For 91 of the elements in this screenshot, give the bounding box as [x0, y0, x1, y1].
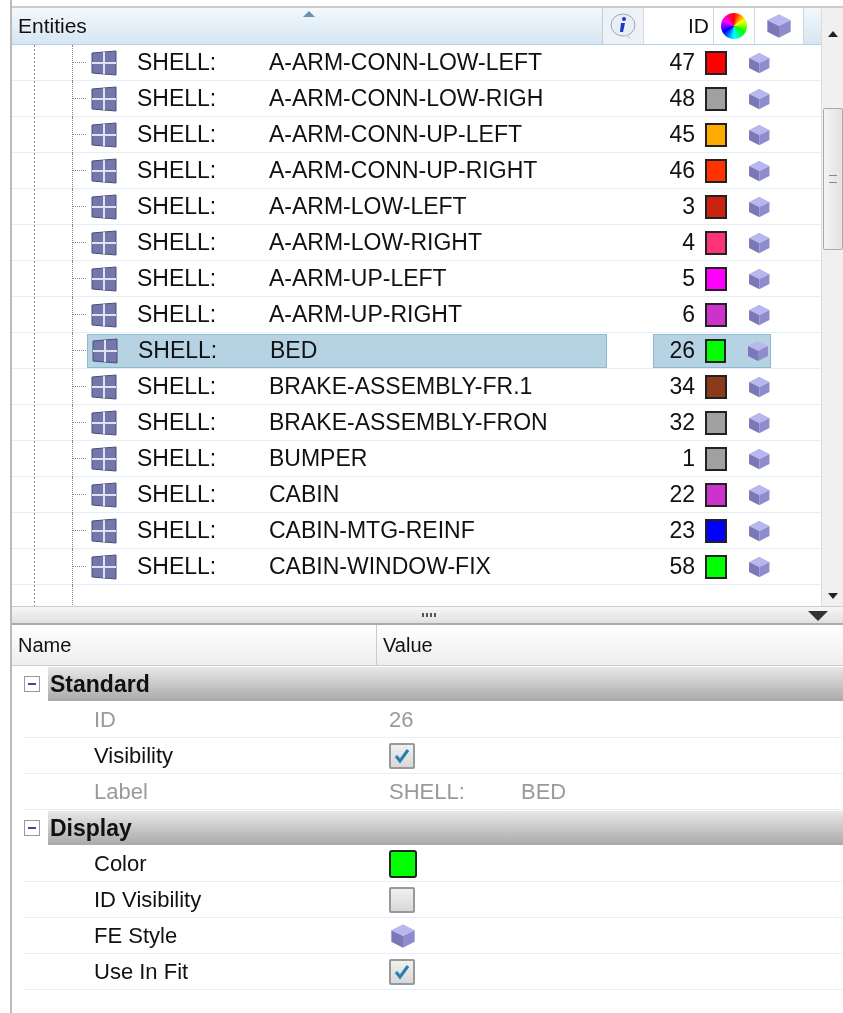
id-cell-text: 23	[668, 517, 695, 544]
checkbox[interactable]	[389, 742, 415, 769]
tree-item[interactable]: SHELL: CABIN-MTG-REINF	[87, 513, 607, 548]
tree-item[interactable]: SHELL: A-ARM-UP-LEFT	[87, 261, 607, 296]
scroll-up-icon[interactable]	[826, 30, 839, 38]
value-column-header[interactable]: Value	[377, 633, 433, 657]
color-swatch[interactable]	[705, 338, 727, 363]
color-swatch[interactable]	[705, 158, 727, 183]
id-cell-text: 6	[681, 301, 695, 328]
scrollbar[interactable]	[821, 8, 843, 606]
color-swatch[interactable]	[705, 374, 727, 399]
collapse-toggle-icon[interactable]	[24, 676, 40, 692]
name-column-header[interactable]: Name	[12, 625, 377, 665]
property-name: Label	[93, 778, 149, 805]
tree-item[interactable]: SHELL: BUMPER	[87, 441, 607, 476]
color-swatch[interactable]	[705, 230, 727, 255]
color-swatch[interactable]	[705, 194, 727, 219]
collapse-toggle-icon[interactable]	[24, 820, 40, 836]
tree-item[interactable]: SHELL: A-ARM-LOW-RIGHT	[87, 225, 607, 260]
header-label[interactable]: Entities	[12, 14, 602, 38]
shell-icon	[89, 229, 119, 256]
tree-item[interactable]: SHELL: BED	[87, 333, 607, 368]
color-swatch[interactable]	[389, 849, 417, 878]
property-value: SHELL:	[389, 778, 466, 805]
property-name: Color	[93, 850, 148, 877]
id-cell-text: 5	[681, 265, 695, 292]
color-swatch[interactable]	[705, 410, 727, 435]
group-header: Standard	[48, 667, 843, 701]
shell-icon	[89, 121, 119, 148]
tree-item[interactable]: SHELL: A-ARM-LOW-LEFT	[87, 189, 607, 224]
property-name: Use In Fit	[93, 958, 190, 985]
tree-item[interactable]: SHELL: A-ARM-CONN-LOW-RIGH	[87, 81, 607, 116]
color-swatch[interactable]	[705, 554, 727, 579]
id-cell-text: 48	[668, 85, 695, 112]
color-swatch[interactable]	[705, 86, 727, 111]
id-column-header[interactable]: ID	[644, 8, 714, 44]
id-cell-text: 34	[668, 373, 695, 400]
id-cell-text: 32	[668, 409, 695, 436]
tree-item[interactable]: SHELL: A-ARM-UP-RIGHT	[87, 297, 607, 332]
property-value: BED	[521, 778, 567, 805]
color-swatch[interactable]	[705, 266, 727, 291]
checkbox[interactable]	[389, 958, 415, 985]
shell-icon	[89, 265, 119, 292]
cube-icon[interactable]	[765, 12, 793, 40]
color-swatch[interactable]	[705, 122, 727, 147]
id-cell-text: 58	[668, 553, 695, 580]
tree-item[interactable]: SHELL: CABIN-WINDOW-FIX	[87, 549, 607, 584]
shell-icon	[89, 445, 119, 472]
color-swatch[interactable]	[705, 482, 727, 507]
tree-item[interactable]: SHELL: BRAKE-ASSEMBLY-FRON	[87, 405, 607, 440]
shell-icon	[89, 85, 119, 112]
shell-icon	[89, 553, 119, 580]
color-swatch[interactable]	[705, 446, 727, 471]
sort-arrow-icon	[302, 10, 316, 18]
id-cell-text: 4	[681, 229, 695, 256]
color-swatch[interactable]	[705, 302, 727, 327]
dropdown-arrow-icon[interactable]	[807, 610, 829, 622]
color-swatch[interactable]	[705, 50, 727, 75]
property-name: Visibility	[93, 742, 175, 769]
id-cell-text: 22	[668, 481, 695, 508]
color-swatch[interactable]	[705, 518, 727, 543]
group-header: Display	[48, 811, 843, 845]
shell-icon	[89, 193, 119, 220]
property-value: 26	[389, 706, 414, 733]
scroll-down-icon[interactable]	[826, 592, 839, 600]
property-name: ID Visibility	[93, 886, 203, 913]
color-wheel-icon[interactable]	[720, 12, 748, 40]
shell-icon	[89, 517, 119, 544]
checkbox[interactable]	[389, 886, 415, 913]
id-cell-text: 26	[668, 337, 695, 364]
shell-icon	[89, 301, 119, 328]
id-cell-text: 47	[668, 49, 695, 76]
property-name: ID	[93, 706, 117, 733]
property-name: FE Style	[93, 922, 179, 949]
tree-item[interactable]: SHELL: BRAKE-ASSEMBLY-FR.1	[87, 369, 607, 404]
shell-icon	[89, 409, 119, 436]
shell-icon	[89, 373, 119, 400]
shell-icon	[89, 157, 119, 184]
id-cell-text: 3	[681, 193, 695, 220]
id-cell-text: 1	[681, 445, 695, 472]
shell-icon	[89, 481, 119, 508]
tree-item[interactable]: SHELL: A-ARM-CONN-LOW-LEFT	[87, 45, 607, 80]
shell-icon	[89, 49, 119, 76]
id-cell-text: 46	[668, 157, 695, 184]
tree-item[interactable]: SHELL: A-ARM-CONN-UP-LEFT	[87, 117, 607, 152]
tree-item[interactable]: SHELL: CABIN	[87, 477, 607, 512]
id-cell-text: 45	[668, 121, 695, 148]
tree-item[interactable]: SHELL: A-ARM-CONN-UP-RIGHT	[87, 153, 607, 188]
shell-icon	[90, 337, 120, 364]
info-icon[interactable]	[608, 11, 638, 41]
scroll-thumb[interactable]	[822, 108, 843, 250]
